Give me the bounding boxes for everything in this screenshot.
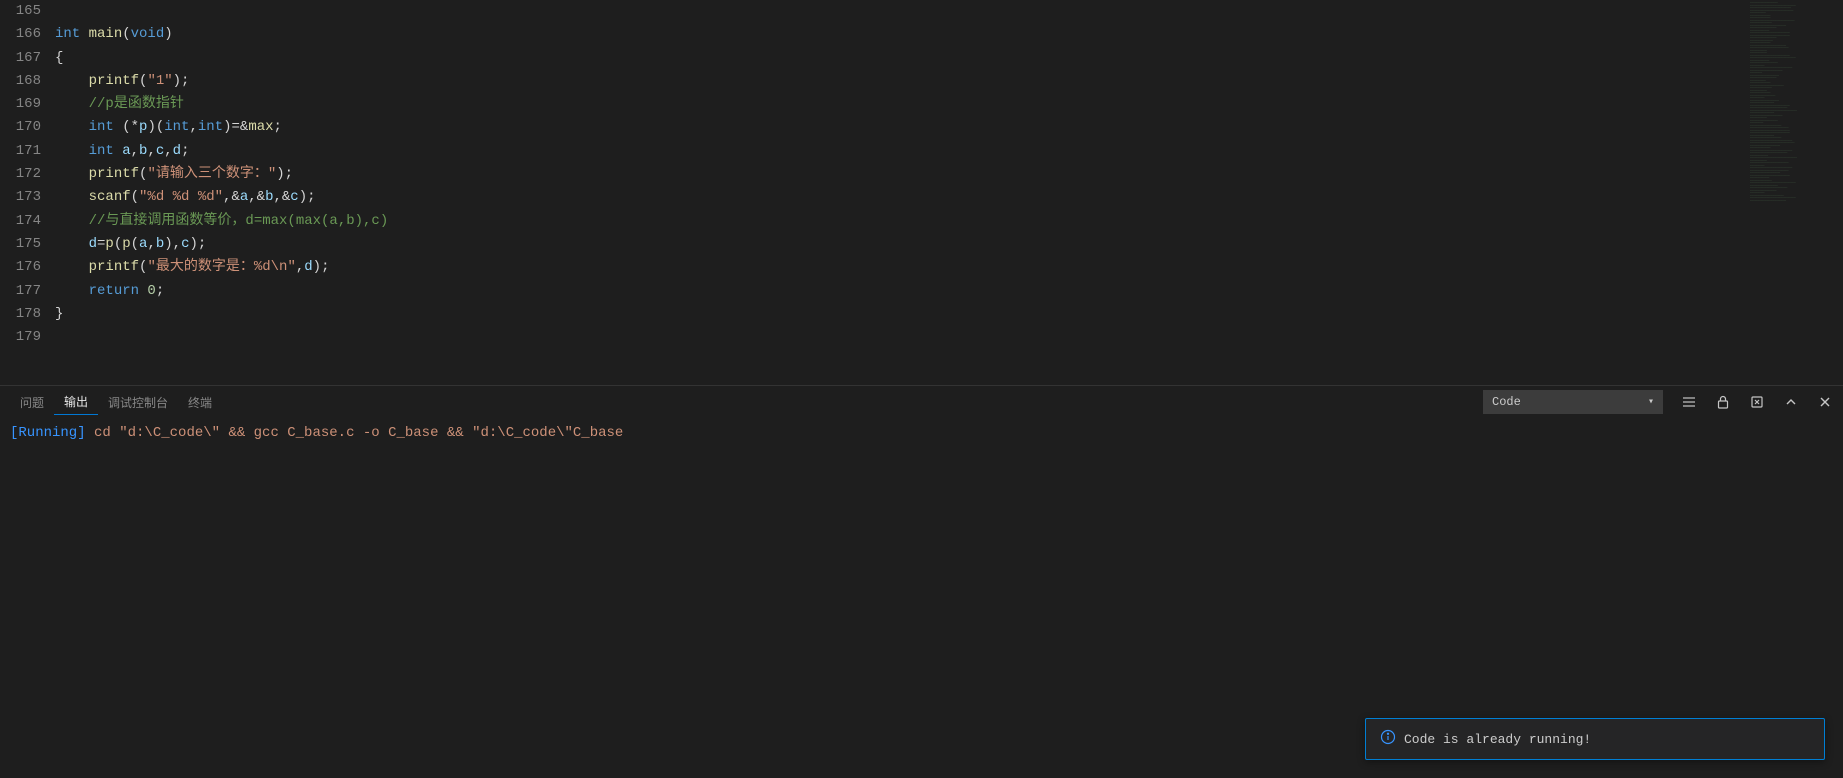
- close-icon[interactable]: [1817, 394, 1833, 410]
- tab-output[interactable]: 输出: [54, 389, 98, 415]
- line-number: 166: [0, 23, 41, 46]
- lock-icon[interactable]: [1715, 394, 1731, 410]
- line-number-gutter: 1651661671681691701711721731741751761771…: [0, 0, 55, 385]
- code-container[interactable]: 1651661671681691701711721731741751761771…: [0, 0, 1748, 385]
- code-line[interactable]: {: [55, 47, 1748, 70]
- output-body[interactable]: [Running] cd "d:\C_code\" && gcc C_base.…: [0, 418, 1843, 448]
- line-number: 172: [0, 163, 41, 186]
- code-line[interactable]: printf("1");: [55, 70, 1748, 93]
- code-line[interactable]: scanf("%d %d %d",&a,&b,&c);: [55, 186, 1748, 209]
- code-line[interactable]: //p是函数指针: [55, 93, 1748, 116]
- chevron-down-icon: ▾: [1648, 396, 1654, 408]
- tab-debug-console[interactable]: 调试控制台: [98, 390, 178, 415]
- list-icon[interactable]: [1681, 394, 1697, 410]
- panel-action-icons: [1681, 394, 1833, 410]
- code-lines[interactable]: int main(void){ printf("1"); //p是函数指针 in…: [55, 0, 1748, 385]
- code-line[interactable]: d=p(p(a,b),c);: [55, 233, 1748, 256]
- tab-problems[interactable]: 问题: [10, 390, 54, 415]
- code-line[interactable]: [55, 326, 1748, 349]
- info-icon: [1380, 729, 1396, 749]
- line-number: 177: [0, 280, 41, 303]
- line-number: 175: [0, 233, 41, 256]
- dropdown-label: Code: [1492, 395, 1521, 409]
- minimap[interactable]: ────────────────────────────────────────…: [1748, 0, 1843, 385]
- output-status: [Running]: [10, 425, 86, 441]
- code-line[interactable]: printf("请输入三个数字：");: [55, 163, 1748, 186]
- line-number: 167: [0, 47, 41, 70]
- code-line[interactable]: //与直接调用函数等价，d=max(max(a,b),c): [55, 210, 1748, 233]
- code-line[interactable]: [55, 0, 1748, 23]
- line-number: 170: [0, 116, 41, 139]
- line-number: 169: [0, 93, 41, 116]
- line-number: 176: [0, 256, 41, 279]
- tab-terminal[interactable]: 终端: [178, 390, 222, 415]
- code-line[interactable]: int a,b,c,d;: [55, 140, 1748, 163]
- editor-area: 1651661671681691701711721731741751761771…: [0, 0, 1843, 385]
- line-number: 174: [0, 210, 41, 233]
- notification-toast[interactable]: Code is already running!: [1365, 718, 1825, 760]
- line-number: 173: [0, 186, 41, 209]
- line-number: 178: [0, 303, 41, 326]
- code-line[interactable]: int main(void): [55, 23, 1748, 46]
- code-line[interactable]: return 0;: [55, 280, 1748, 303]
- line-number: 179: [0, 326, 41, 349]
- panel-tab-bar: 问题 输出 调试控制台 终端 Code ▾: [0, 386, 1843, 418]
- line-number: 171: [0, 140, 41, 163]
- line-number: 165: [0, 0, 41, 23]
- code-line[interactable]: int (*p)(int,int)=&max;: [55, 116, 1748, 139]
- code-line[interactable]: printf("最大的数字是：%d\n",d);: [55, 256, 1748, 279]
- line-number: 168: [0, 70, 41, 93]
- toast-message: Code is already running!: [1404, 732, 1591, 747]
- output-channel-dropdown[interactable]: Code ▾: [1483, 390, 1663, 414]
- clear-icon[interactable]: [1749, 394, 1765, 410]
- code-line[interactable]: }: [55, 303, 1748, 326]
- chevron-up-icon[interactable]: [1783, 394, 1799, 410]
- output-command: cd "d:\C_code\" && gcc C_base.c -o C_bas…: [86, 425, 624, 441]
